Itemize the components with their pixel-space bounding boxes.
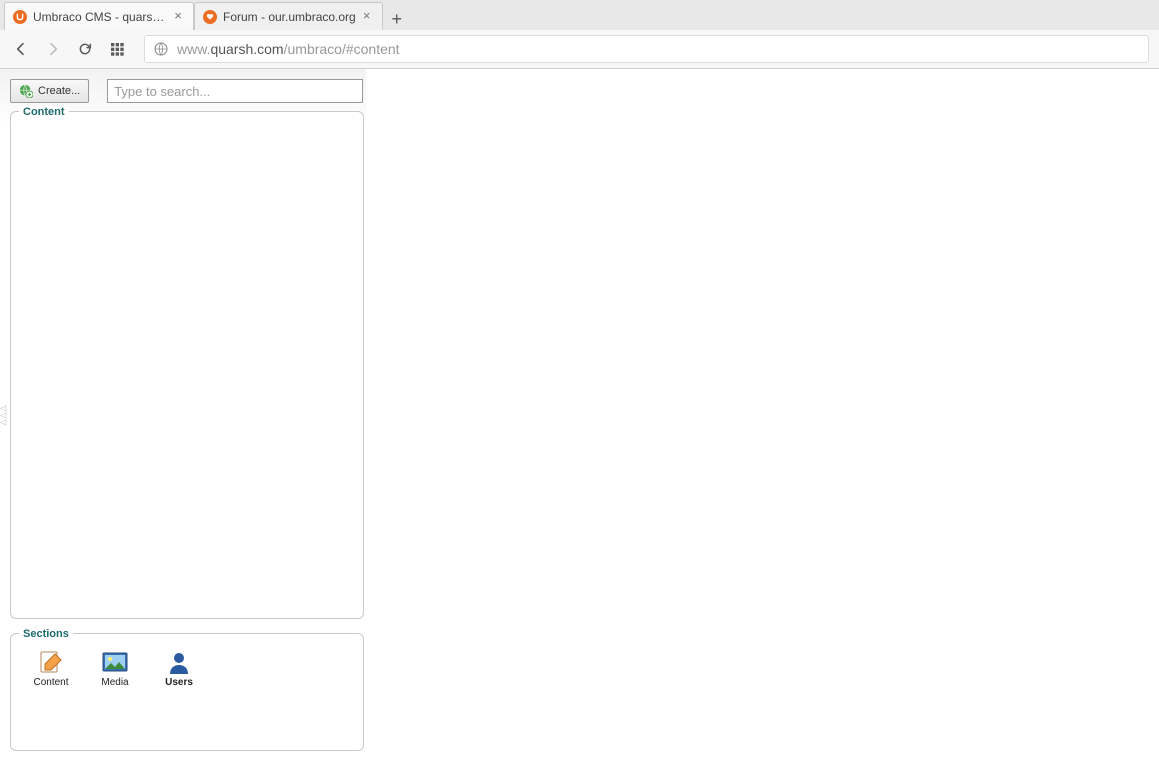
arrow-left-icon — [13, 41, 29, 57]
section-media[interactable]: Media — [93, 650, 137, 688]
tab-strip: Umbraco CMS - quarsh.co × Forum - our.um… — [0, 0, 1159, 30]
search-box — [107, 79, 363, 103]
browser-chrome: Umbraco CMS - quarsh.co × Forum - our.um… — [0, 0, 1159, 69]
app-body: ◁◁◁ Create... Content Sections — [0, 69, 1159, 761]
user-icon — [165, 650, 193, 674]
grid-icon — [109, 41, 125, 57]
address-bar[interactable]: www.quarsh.com/umbraco/#content — [144, 35, 1149, 63]
url-host: quarsh.com — [210, 41, 283, 57]
content-panel: Content — [10, 111, 364, 619]
section-label: Content — [33, 677, 68, 688]
sidebar: ◁◁◁ Create... Content Sections — [0, 69, 366, 761]
reload-button[interactable] — [74, 38, 96, 60]
new-tab-button[interactable]: + — [383, 9, 411, 30]
tab-title: Umbraco CMS - quarsh.co — [33, 10, 167, 24]
close-icon[interactable]: × — [171, 10, 185, 24]
url-text: www.quarsh.com/umbraco/#content — [177, 41, 400, 57]
sections-panel: Sections Content Media — [10, 633, 364, 751]
url-path: /umbraco/#content — [284, 41, 400, 57]
forward-button[interactable] — [42, 38, 64, 60]
back-button[interactable] — [10, 38, 32, 60]
section-icons: Content Media Users — [21, 650, 353, 688]
picture-icon — [101, 650, 129, 674]
close-icon[interactable]: × — [360, 10, 374, 24]
umbraco-heart-icon — [203, 10, 217, 24]
section-content[interactable]: Content — [29, 650, 73, 688]
globe-plus-icon — [19, 84, 33, 98]
sidebar-toolbar: Create... — [10, 79, 366, 103]
section-label: Media — [101, 677, 128, 688]
section-users[interactable]: Users — [157, 650, 201, 688]
document-edit-icon — [37, 650, 65, 674]
resizer-grip[interactable]: ◁◁◁ — [0, 405, 6, 426]
reload-icon — [77, 41, 93, 57]
create-button-label: Create... — [38, 85, 80, 97]
search-input[interactable] — [107, 79, 363, 103]
apps-button[interactable] — [106, 38, 128, 60]
umbraco-icon — [13, 10, 27, 24]
create-button[interactable]: Create... — [10, 79, 89, 103]
browser-tab-2[interactable]: Forum - our.umbraco.org × — [194, 2, 383, 30]
globe-icon — [153, 41, 169, 57]
tab-title: Forum - our.umbraco.org — [223, 10, 356, 24]
browser-tab-1[interactable]: Umbraco CMS - quarsh.co × — [4, 2, 194, 30]
browser-toolbar: www.quarsh.com/umbraco/#content — [0, 30, 1159, 68]
main-content — [366, 69, 1159, 761]
url-prefix: www. — [177, 41, 210, 57]
sections-panel-title: Sections — [19, 628, 73, 640]
content-panel-title: Content — [19, 106, 69, 118]
arrow-right-icon — [45, 41, 61, 57]
section-label: Users — [165, 677, 193, 688]
